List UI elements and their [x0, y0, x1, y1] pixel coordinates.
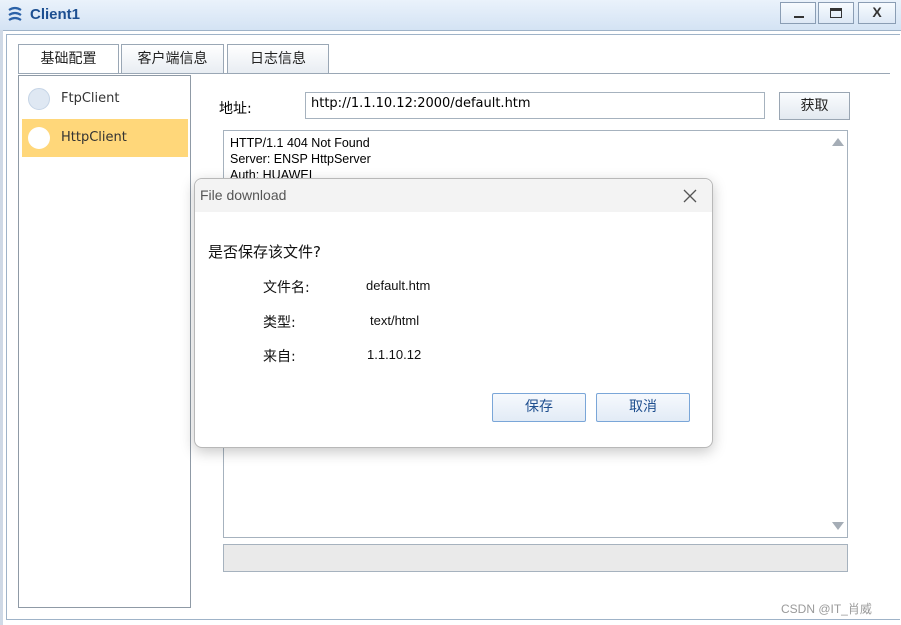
- status-bar: [223, 544, 848, 572]
- tab-basic-config[interactable]: 基础配置: [18, 44, 119, 74]
- client-item-label: HttpClient: [61, 130, 127, 145]
- client-item-label: FtpClient: [61, 91, 120, 106]
- cancel-button[interactable]: 取消: [596, 393, 690, 422]
- minimize-button[interactable]: [780, 2, 816, 24]
- client-item-http[interactable]: HttpClient: [22, 119, 188, 157]
- window-left-edge: [0, 30, 3, 625]
- scroll-down-icon[interactable]: [832, 522, 844, 530]
- vertical-scrollbar[interactable]: [829, 131, 847, 537]
- client-item-ftp[interactable]: FtpClient: [22, 80, 188, 118]
- tab-log-info[interactable]: 日志信息: [227, 44, 329, 74]
- source-value: 1.1.10.12: [367, 347, 422, 362]
- status-dot-icon: [28, 127, 50, 149]
- maximize-icon: [830, 8, 842, 18]
- filetype-value: text/html: [370, 313, 420, 328]
- fetch-button[interactable]: 获取: [779, 92, 850, 120]
- maximize-button[interactable]: [818, 2, 854, 24]
- response-text: HTTP/1.1 404 Not Found Server: ENSP HttpS…: [230, 135, 371, 183]
- address-label: 地址:: [219, 101, 252, 117]
- window-titlebar: Client1 X: [0, 0, 901, 31]
- file-download-dialog: File download 是否保存该文件? 文件名: default.htm …: [194, 178, 713, 448]
- filename-label: 文件名:: [263, 280, 310, 296]
- dialog-titlebar: File download: [195, 179, 712, 212]
- close-button[interactable]: X: [858, 2, 896, 24]
- client-app-icon: [8, 6, 22, 21]
- status-dot-icon: [28, 88, 50, 110]
- tab-client-info[interactable]: 客户端信息: [121, 44, 224, 74]
- filetype-label: 类型:: [263, 315, 296, 331]
- dialog-title: File download: [200, 187, 287, 203]
- window-title: Client1: [30, 6, 81, 23]
- minimize-icon: [794, 16, 804, 18]
- dialog-question: 是否保存该文件?: [208, 243, 321, 261]
- scroll-up-icon[interactable]: [832, 138, 844, 146]
- address-input[interactable]: http://1.1.10.12:2000/default.htm: [305, 92, 765, 119]
- response-line: Server: ENSP HttpServer: [230, 152, 371, 166]
- response-line: HTTP/1.1 404 Not Found: [230, 136, 370, 150]
- client-list: FtpClient HttpClient: [18, 75, 191, 608]
- save-button[interactable]: 保存: [492, 393, 586, 422]
- source-label: 来自:: [263, 349, 296, 365]
- close-icon[interactable]: [678, 184, 702, 208]
- watermark: CSDN @IT_肖威: [781, 602, 872, 616]
- filename-value: default.htm: [366, 278, 431, 293]
